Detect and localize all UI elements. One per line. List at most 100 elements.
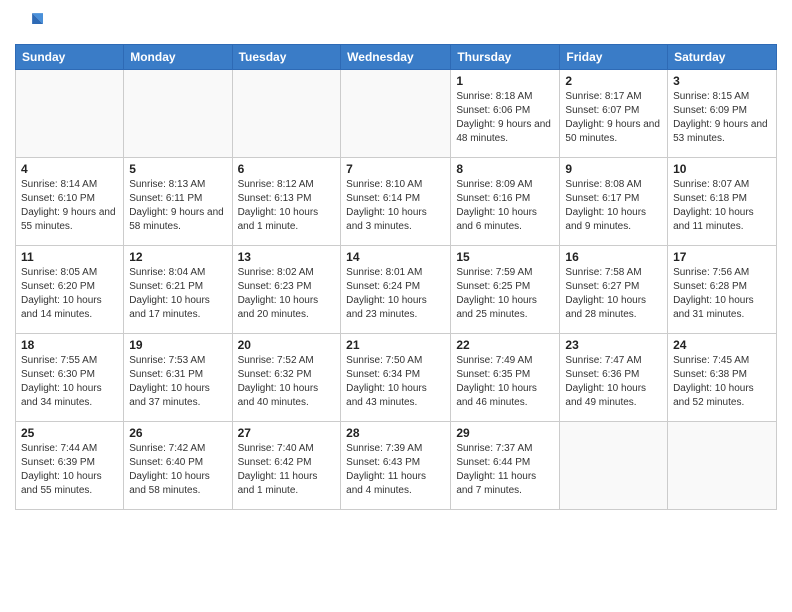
day-number: 7 <box>346 162 445 176</box>
calendar-cell: 25 Sunrise: 7:44 AM Sunset: 6:39 PM Dayli… <box>16 422 124 510</box>
day-info: Sunrise: 7:37 AM Sunset: 6:44 PM Dayligh… <box>456 442 554 498</box>
calendar-cell: 3 Sunrise: 8:15 AM Sunset: 6:09 PM Daylig… <box>668 70 777 158</box>
day-number: 22 <box>456 338 554 352</box>
day-number: 20 <box>238 338 336 352</box>
day-info: Sunrise: 7:39 AM Sunset: 6:43 PM Dayligh… <box>346 442 445 498</box>
calendar-cell: 18Sunrise: 7:55 AM Sunset: 6:30 PM Dayli… <box>16 334 124 422</box>
calendar-cell <box>560 422 668 510</box>
calendar-cell: 21 Sunrise: 7:50 AM Sunset: 6:34 PM Dayli… <box>341 334 451 422</box>
day-info: Sunrise: 8:12 AM Sunset: 6:13 PM Dayligh… <box>238 178 336 234</box>
day-number: 29 <box>456 426 554 440</box>
calendar-cell: 24 Sunrise: 7:45 AM Sunset: 6:38 PM Dayli… <box>668 334 777 422</box>
calendar-cell: 8 Sunrise: 8:09 AM Sunset: 6:16 PM Daylig… <box>451 158 560 246</box>
calendar-cell <box>341 70 451 158</box>
day-info: Sunrise: 8:17 AM Sunset: 6:07 PM Dayligh… <box>565 90 662 146</box>
calendar-cell: 1 Sunrise: 8:18 AM Sunset: 6:06 PM Daylig… <box>451 70 560 158</box>
day-number: 15 <box>456 250 554 264</box>
day-info: Sunrise: 7:44 AM Sunset: 6:39 PM Dayligh… <box>21 442 118 498</box>
calendar-cell: 23 Sunrise: 7:47 AM Sunset: 6:36 PM Dayli… <box>560 334 668 422</box>
calendar-cell <box>124 70 232 158</box>
day-info: Sunrise: 8:08 AM Sunset: 6:17 PM Dayligh… <box>565 178 662 234</box>
day-number: 2 <box>565 74 662 88</box>
day-info: Sunrise: 7:50 AM Sunset: 6:34 PM Dayligh… <box>346 354 445 410</box>
calendar-cell: 10 Sunrise: 8:07 AM Sunset: 6:18 PM Dayli… <box>668 158 777 246</box>
day-number: 24 <box>673 338 771 352</box>
calendar-cell: 19 Sunrise: 7:53 AM Sunset: 6:31 PM Dayli… <box>124 334 232 422</box>
day-info: Sunrise: 8:18 AM Sunset: 6:06 PM Dayligh… <box>456 90 554 146</box>
calendar-cell: 28 Sunrise: 7:39 AM Sunset: 6:43 PM Dayli… <box>341 422 451 510</box>
calendar-cell <box>232 70 341 158</box>
day-info: Sunrise: 8:13 AM Sunset: 6:11 PM Dayligh… <box>129 178 226 234</box>
day-number: 28 <box>346 426 445 440</box>
header <box>15 10 777 38</box>
calendar-cell <box>16 70 124 158</box>
day-info: Sunrise: 8:09 AM Sunset: 6:16 PM Dayligh… <box>456 178 554 234</box>
day-info: Sunrise: 8:10 AM Sunset: 6:14 PM Dayligh… <box>346 178 445 234</box>
day-number: 23 <box>565 338 662 352</box>
calendar-cell: 29 Sunrise: 7:37 AM Sunset: 6:44 PM Dayli… <box>451 422 560 510</box>
weekday-header-row: SundayMondayTuesdayWednesdayThursdayFrid… <box>16 45 777 70</box>
day-info: Sunrise: 7:40 AM Sunset: 6:42 PM Dayligh… <box>238 442 336 498</box>
day-info: Sunrise: 7:56 AM Sunset: 6:28 PM Dayligh… <box>673 266 771 322</box>
calendar-cell: 14 Sunrise: 8:01 AM Sunset: 6:24 PM Dayli… <box>341 246 451 334</box>
week-row-5: 25 Sunrise: 7:44 AM Sunset: 6:39 PM Dayli… <box>16 422 777 510</box>
day-number: 10 <box>673 162 771 176</box>
day-number: 6 <box>238 162 336 176</box>
day-number: 1 <box>456 74 554 88</box>
weekday-header-monday: Monday <box>124 45 232 70</box>
day-number: 19 <box>129 338 226 352</box>
week-row-4: 18Sunrise: 7:55 AM Sunset: 6:30 PM Dayli… <box>16 334 777 422</box>
day-number: 3 <box>673 74 771 88</box>
day-info: Sunrise: 8:04 AM Sunset: 6:21 PM Dayligh… <box>129 266 226 322</box>
day-number: 12 <box>129 250 226 264</box>
day-number: 9 <box>565 162 662 176</box>
day-number: 27 <box>238 426 336 440</box>
calendar-cell: 26Sunrise: 7:42 AM Sunset: 6:40 PM Dayli… <box>124 422 232 510</box>
calendar-cell: 4Sunrise: 8:14 AM Sunset: 6:10 PM Daylig… <box>16 158 124 246</box>
day-info: Sunrise: 8:01 AM Sunset: 6:24 PM Dayligh… <box>346 266 445 322</box>
calendar-cell: 7 Sunrise: 8:10 AM Sunset: 6:14 PM Daylig… <box>341 158 451 246</box>
day-info: Sunrise: 7:45 AM Sunset: 6:38 PM Dayligh… <box>673 354 771 410</box>
day-number: 8 <box>456 162 554 176</box>
calendar-cell: 11 Sunrise: 8:05 AM Sunset: 6:20 PM Dayli… <box>16 246 124 334</box>
day-info: Sunrise: 7:59 AM Sunset: 6:25 PM Dayligh… <box>456 266 554 322</box>
day-info: Sunrise: 8:05 AM Sunset: 6:20 PM Dayligh… <box>21 266 118 322</box>
day-number: 5 <box>129 162 226 176</box>
day-info: Sunrise: 7:52 AM Sunset: 6:32 PM Dayligh… <box>238 354 336 410</box>
calendar-cell: 15 Sunrise: 7:59 AM Sunset: 6:25 PM Dayli… <box>451 246 560 334</box>
day-info: Sunrise: 7:58 AM Sunset: 6:27 PM Dayligh… <box>565 266 662 322</box>
week-row-2: 4Sunrise: 8:14 AM Sunset: 6:10 PM Daylig… <box>16 158 777 246</box>
logo <box>15 10 47 38</box>
week-row-3: 11 Sunrise: 8:05 AM Sunset: 6:20 PM Dayli… <box>16 246 777 334</box>
calendar-page: SundayMondayTuesdayWednesdayThursdayFrid… <box>0 0 792 612</box>
calendar-cell: 27 Sunrise: 7:40 AM Sunset: 6:42 PM Dayli… <box>232 422 341 510</box>
calendar-table: SundayMondayTuesdayWednesdayThursdayFrid… <box>15 44 777 510</box>
day-info: Sunrise: 8:14 AM Sunset: 6:10 PM Dayligh… <box>21 178 118 234</box>
logo-icon <box>15 10 43 38</box>
weekday-header-thursday: Thursday <box>451 45 560 70</box>
weekday-header-saturday: Saturday <box>668 45 777 70</box>
day-number: 14 <box>346 250 445 264</box>
day-info: Sunrise: 8:07 AM Sunset: 6:18 PM Dayligh… <box>673 178 771 234</box>
weekday-header-sunday: Sunday <box>16 45 124 70</box>
calendar-cell <box>668 422 777 510</box>
day-info: Sunrise: 7:53 AM Sunset: 6:31 PM Dayligh… <box>129 354 226 410</box>
day-info: Sunrise: 8:15 AM Sunset: 6:09 PM Dayligh… <box>673 90 771 146</box>
day-number: 21 <box>346 338 445 352</box>
calendar-cell: 17 Sunrise: 7:56 AM Sunset: 6:28 PM Dayli… <box>668 246 777 334</box>
week-row-1: 1 Sunrise: 8:18 AM Sunset: 6:06 PM Daylig… <box>16 70 777 158</box>
calendar-cell: 20 Sunrise: 7:52 AM Sunset: 6:32 PM Dayli… <box>232 334 341 422</box>
calendar-cell: 6 Sunrise: 8:12 AM Sunset: 6:13 PM Daylig… <box>232 158 341 246</box>
day-info: Sunrise: 8:02 AM Sunset: 6:23 PM Dayligh… <box>238 266 336 322</box>
calendar-cell: 16Sunrise: 7:58 AM Sunset: 6:27 PM Dayli… <box>560 246 668 334</box>
day-info: Sunrise: 7:47 AM Sunset: 6:36 PM Dayligh… <box>565 354 662 410</box>
day-number: 25 <box>21 426 118 440</box>
weekday-header-tuesday: Tuesday <box>232 45 341 70</box>
day-number: 17 <box>673 250 771 264</box>
day-number: 11 <box>21 250 118 264</box>
calendar-cell: 13Sunrise: 8:02 AM Sunset: 6:23 PM Dayli… <box>232 246 341 334</box>
calendar-cell: 22Sunrise: 7:49 AM Sunset: 6:35 PM Dayli… <box>451 334 560 422</box>
day-number: 18 <box>21 338 118 352</box>
weekday-header-friday: Friday <box>560 45 668 70</box>
day-info: Sunrise: 7:42 AM Sunset: 6:40 PM Dayligh… <box>129 442 226 498</box>
